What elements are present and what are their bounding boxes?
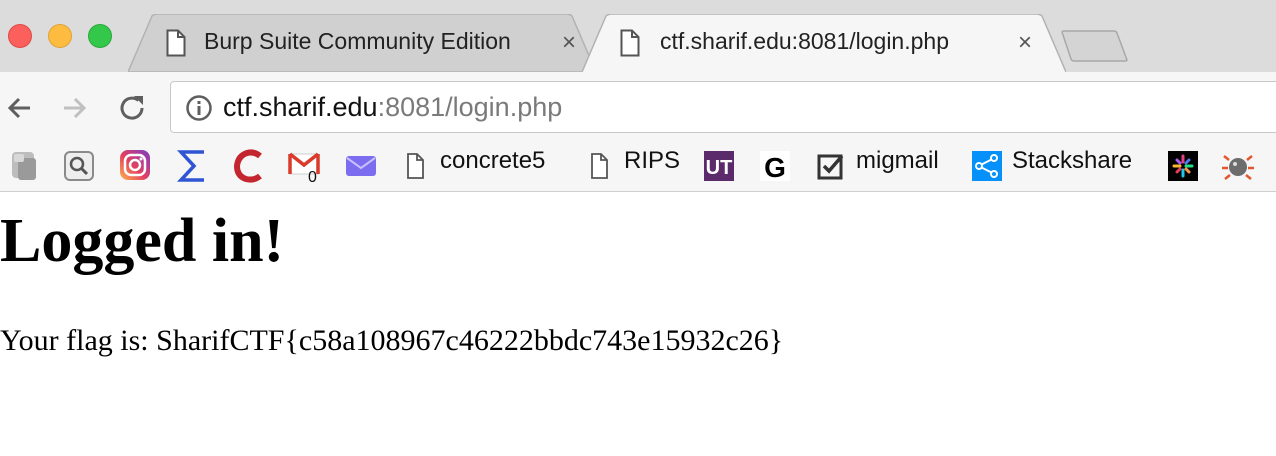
bookmark-label-stackshare[interactable]: Stackshare <box>1012 147 1132 175</box>
bookmark-label-migmail[interactable]: migmail <box>856 147 939 175</box>
close-window-button[interactable] <box>8 24 32 48</box>
bookmark-label-concrete5[interactable]: concrete5 <box>440 147 545 175</box>
sigma-icon[interactable] <box>176 148 210 184</box>
magnifier-bookmark-icon[interactable] <box>62 148 96 184</box>
starburst-icon[interactable] <box>1166 148 1200 184</box>
tab-title: Burp Suite Community Edition <box>204 28 511 54</box>
reload-icon[interactable] <box>116 92 148 124</box>
red-c-icon[interactable] <box>232 148 266 184</box>
tab-strip: Burp Suite Community Edition × ctf.shari… <box>0 0 1276 72</box>
instagram-icon[interactable] <box>118 148 152 184</box>
gmail-badge: 0 <box>308 169 317 184</box>
ut-logo-icon[interactable]: UT <box>702 148 736 184</box>
forward-arrow-icon[interactable] <box>58 92 90 124</box>
page-content: Logged in! Your flag is: SharifCTF{c58a1… <box>0 192 1276 456</box>
url-host: ctf.sharif.edu <box>223 92 378 122</box>
address-bar[interactable]: ctf.sharif.edu:8081/login.php <box>170 81 1276 133</box>
document-icon <box>166 29 186 57</box>
svg-text:UT: UT <box>706 157 733 179</box>
url-text: ctf.sharif.edu:8081/login.php <box>223 92 562 123</box>
url-path: :8081/login.php <box>377 92 563 122</box>
generic-gray-bookmark-icon[interactable] <box>8 148 42 184</box>
document-icon <box>620 29 640 57</box>
tab-login-php[interactable]: ctf.sharif.edu:8081/login.php × <box>582 14 1066 72</box>
flag-message: Your flag is: SharifCTF{c58a108967c46222… <box>0 324 784 357</box>
close-tab-button[interactable]: × <box>557 28 581 58</box>
tab-title: ctf.sharif.edu:8081/login.php <box>660 28 949 54</box>
new-tab-button[interactable] <box>1060 30 1130 62</box>
close-tab-button[interactable]: × <box>1013 28 1037 58</box>
page-icon[interactable] <box>590 148 610 184</box>
bookmark-label-rips[interactable]: RIPS <box>624 147 680 175</box>
bookmarks-bar: 0 concrete5 RIPS UT G migmail Stackshare <box>0 142 1276 192</box>
mail-envelope-icon[interactable] <box>344 148 378 184</box>
page-heading: Logged in! <box>0 207 285 275</box>
google-g-icon[interactable]: G <box>758 148 792 184</box>
gmail-icon[interactable]: 0 <box>288 148 324 184</box>
tab-burp-suite[interactable]: Burp Suite Community Edition × <box>128 14 598 72</box>
zoom-window-button[interactable] <box>88 24 112 48</box>
svg-text:G: G <box>764 152 786 183</box>
minimize-window-button[interactable] <box>48 24 72 48</box>
page-icon[interactable] <box>406 148 426 184</box>
migmail-icon[interactable] <box>816 148 846 184</box>
navigation-toolbar: ctf.sharif.edu:8081/login.php <box>0 72 1276 142</box>
browser-chrome: Burp Suite Community Edition × ctf.shari… <box>0 0 1276 192</box>
back-arrow-icon[interactable] <box>4 92 36 124</box>
stackshare-icon[interactable] <box>970 148 1004 184</box>
bug-icon[interactable] <box>1220 148 1256 184</box>
info-icon[interactable] <box>185 94 213 122</box>
